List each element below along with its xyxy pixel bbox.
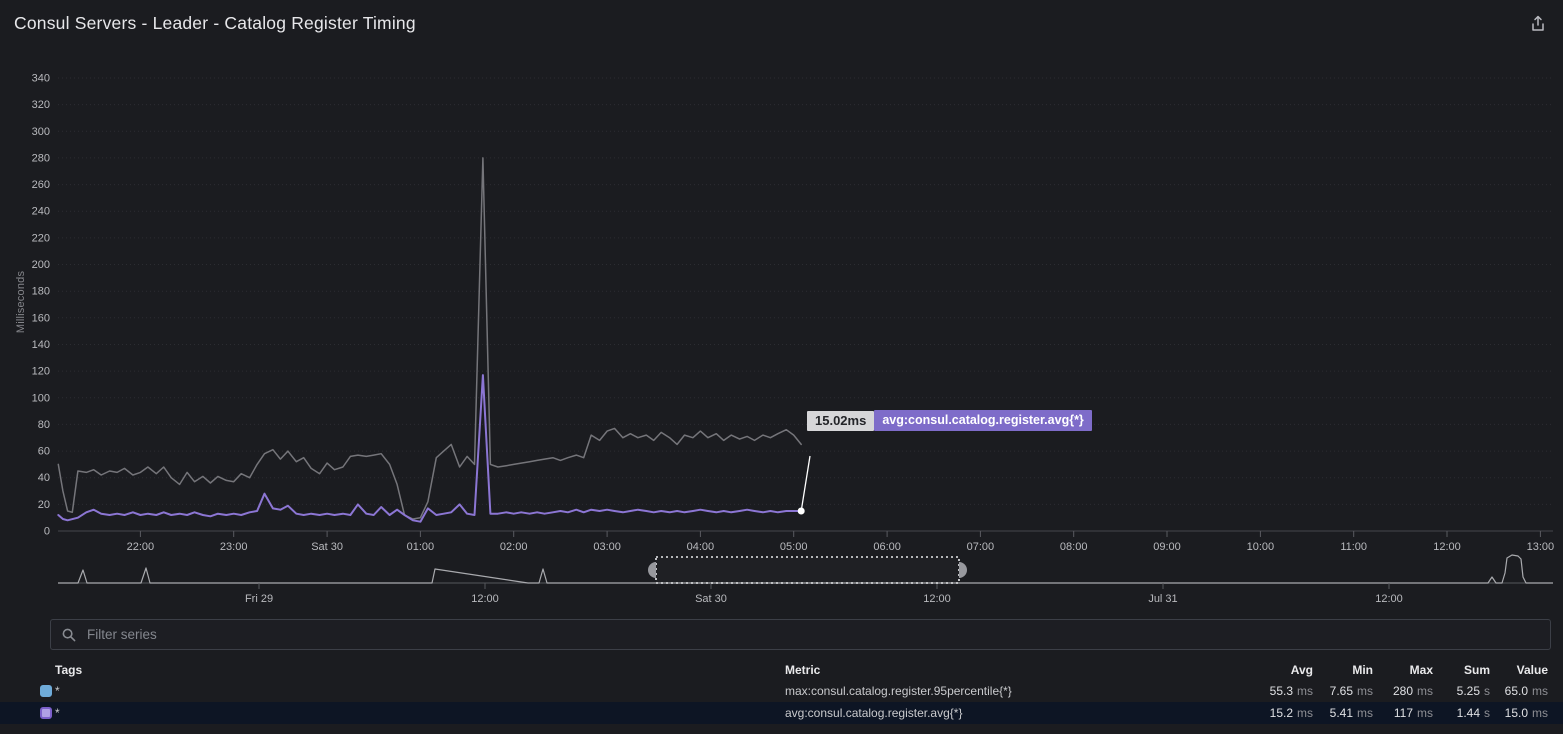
x-tick-label: 03:00 xyxy=(593,541,621,553)
y-tick-label: 300 xyxy=(32,126,50,138)
tooltip-value: 15.02ms xyxy=(807,411,874,431)
y-tick-label: 280 xyxy=(32,152,50,164)
y-tick-label: 220 xyxy=(32,232,50,244)
table-header-row: Tags Metric Avg Min Max Sum Value xyxy=(0,659,1563,680)
filter-series-input[interactable] xyxy=(85,626,1540,643)
series-95percentile-line[interactable] xyxy=(58,158,801,519)
y-tick-label: 60 xyxy=(38,446,50,458)
x-tick-label: 04:00 xyxy=(687,541,715,553)
y-tick-label: 0 xyxy=(44,526,50,538)
y-tick-label: 240 xyxy=(32,206,50,218)
series-swatch[interactable] xyxy=(28,706,55,720)
brush-handle-right[interactable] xyxy=(959,562,967,578)
y-tick-label: 160 xyxy=(32,312,50,324)
series-metric: max:consul.catalog.register.95percentile… xyxy=(785,684,1243,698)
col-header-max[interactable]: Max xyxy=(1373,663,1433,677)
x-tick-label: 23:00 xyxy=(220,541,248,553)
timeseries-chart[interactable]: 0 20 40 60 80 100 120 140 160 180 200 220 240 260 280 3… xyxy=(0,0,1563,612)
search-icon xyxy=(61,627,77,643)
y-tick-label: 40 xyxy=(38,472,50,484)
y-tick-label: 180 xyxy=(32,286,50,298)
x-tick-label: 05:00 xyxy=(780,541,808,553)
series-swatch[interactable] xyxy=(28,684,55,698)
time-brush[interactable] xyxy=(656,557,959,583)
metric-chart-widget: Consul Servers - Leader - Catalog Regist… xyxy=(0,0,1563,734)
brush-handle-left[interactable] xyxy=(648,562,656,578)
x-tick-label: 11:00 xyxy=(1340,541,1367,553)
x-tick-label: Sat 30 xyxy=(311,541,343,553)
series-table: Tags Metric Avg Min Max Sum Value *max:c… xyxy=(0,659,1563,724)
y-tick-label: 20 xyxy=(38,499,50,511)
minimap-tick-label: 12:00 xyxy=(1375,593,1403,605)
x-tick-label: 06:00 xyxy=(873,541,901,553)
series-min: 5.41ms xyxy=(1313,706,1373,720)
col-header-value[interactable]: Value xyxy=(1490,663,1548,677)
x-tick-label: 01:00 xyxy=(407,541,435,553)
x-tick-label: 22:00 xyxy=(127,541,155,553)
series-tag: * xyxy=(55,706,785,720)
y-tick-label: 340 xyxy=(32,73,50,85)
series-tag: * xyxy=(55,684,785,698)
series-avg: 15.2ms xyxy=(1243,706,1313,720)
x-tick-label: 02:00 xyxy=(500,541,528,553)
y-tick-label: 80 xyxy=(38,419,50,431)
series-row[interactable]: *avg:consul.catalog.register.avg{*}15.2m… xyxy=(0,702,1563,724)
series-sum: 1.44s xyxy=(1433,706,1490,720)
minimap-tick-label: 12:00 xyxy=(923,593,951,605)
x-tick-label: 07:00 xyxy=(967,541,995,553)
minimap-tick-label: Sat 30 xyxy=(695,593,727,605)
minimap-tick-label: Fri 29 xyxy=(245,593,273,605)
col-header-metric[interactable]: Metric xyxy=(785,663,1243,677)
minimap: Fri 29 12:00 Sat 30 12:00 Jul 31 12:00 xyxy=(58,555,1553,605)
y-tick-label: 100 xyxy=(32,392,50,404)
hover-tooltip: avg:consul.catalog.register.avg{*} 15.02… xyxy=(807,410,1092,431)
hover-point-marker xyxy=(798,508,805,515)
series-max: 117ms xyxy=(1373,706,1433,720)
y-tick-label: 320 xyxy=(32,99,50,111)
x-tick-label: 12:00 xyxy=(1433,541,1461,553)
col-header-avg[interactable]: Avg xyxy=(1243,663,1313,677)
col-header-tags[interactable]: Tags xyxy=(55,663,785,677)
series-max: 280ms xyxy=(1373,684,1433,698)
minimap-tick-label: Jul 31 xyxy=(1148,593,1177,605)
y-tick-label: 120 xyxy=(32,366,50,378)
x-tick-label: 09:00 xyxy=(1153,541,1181,553)
y-grid: 0 20 40 60 80 100 120 140 160 180 200 220 240 260 280 3… xyxy=(32,73,1553,538)
y-tick-label: 200 xyxy=(32,259,50,271)
x-tick-label: 08:00 xyxy=(1060,541,1088,553)
tooltip-connector xyxy=(801,456,810,511)
series-sum: 5.25s xyxy=(1433,684,1490,698)
series-min: 7.65ms xyxy=(1313,684,1373,698)
y-axis-title: Milliseconds xyxy=(15,242,27,362)
col-header-sum[interactable]: Sum xyxy=(1433,663,1490,677)
filter-series-bar xyxy=(50,619,1551,650)
series-metric: avg:consul.catalog.register.avg{*} xyxy=(785,706,1243,720)
series-value: 65.0ms xyxy=(1490,684,1548,698)
series-value: 15.0ms xyxy=(1490,706,1548,720)
series-row[interactable]: *max:consul.catalog.register.95percentil… xyxy=(0,680,1563,702)
x-axis: 22:00 23:00 Sat 30 01:00 02:00 03:00 04:00 05:0… xyxy=(127,531,1555,553)
tooltip-series-name: avg:consul.catalog.register.avg{*} xyxy=(874,410,1091,431)
y-tick-label: 260 xyxy=(32,179,50,191)
col-header-min[interactable]: Min xyxy=(1313,663,1373,677)
x-tick-label: 10:00 xyxy=(1247,541,1275,553)
minimap-tick-label: 12:00 xyxy=(471,593,499,605)
y-tick-label: 140 xyxy=(32,339,50,351)
series-avg: 55.3ms xyxy=(1243,684,1313,698)
x-tick-label: 13:00 xyxy=(1527,541,1555,553)
series-avg-line[interactable] xyxy=(58,375,801,522)
